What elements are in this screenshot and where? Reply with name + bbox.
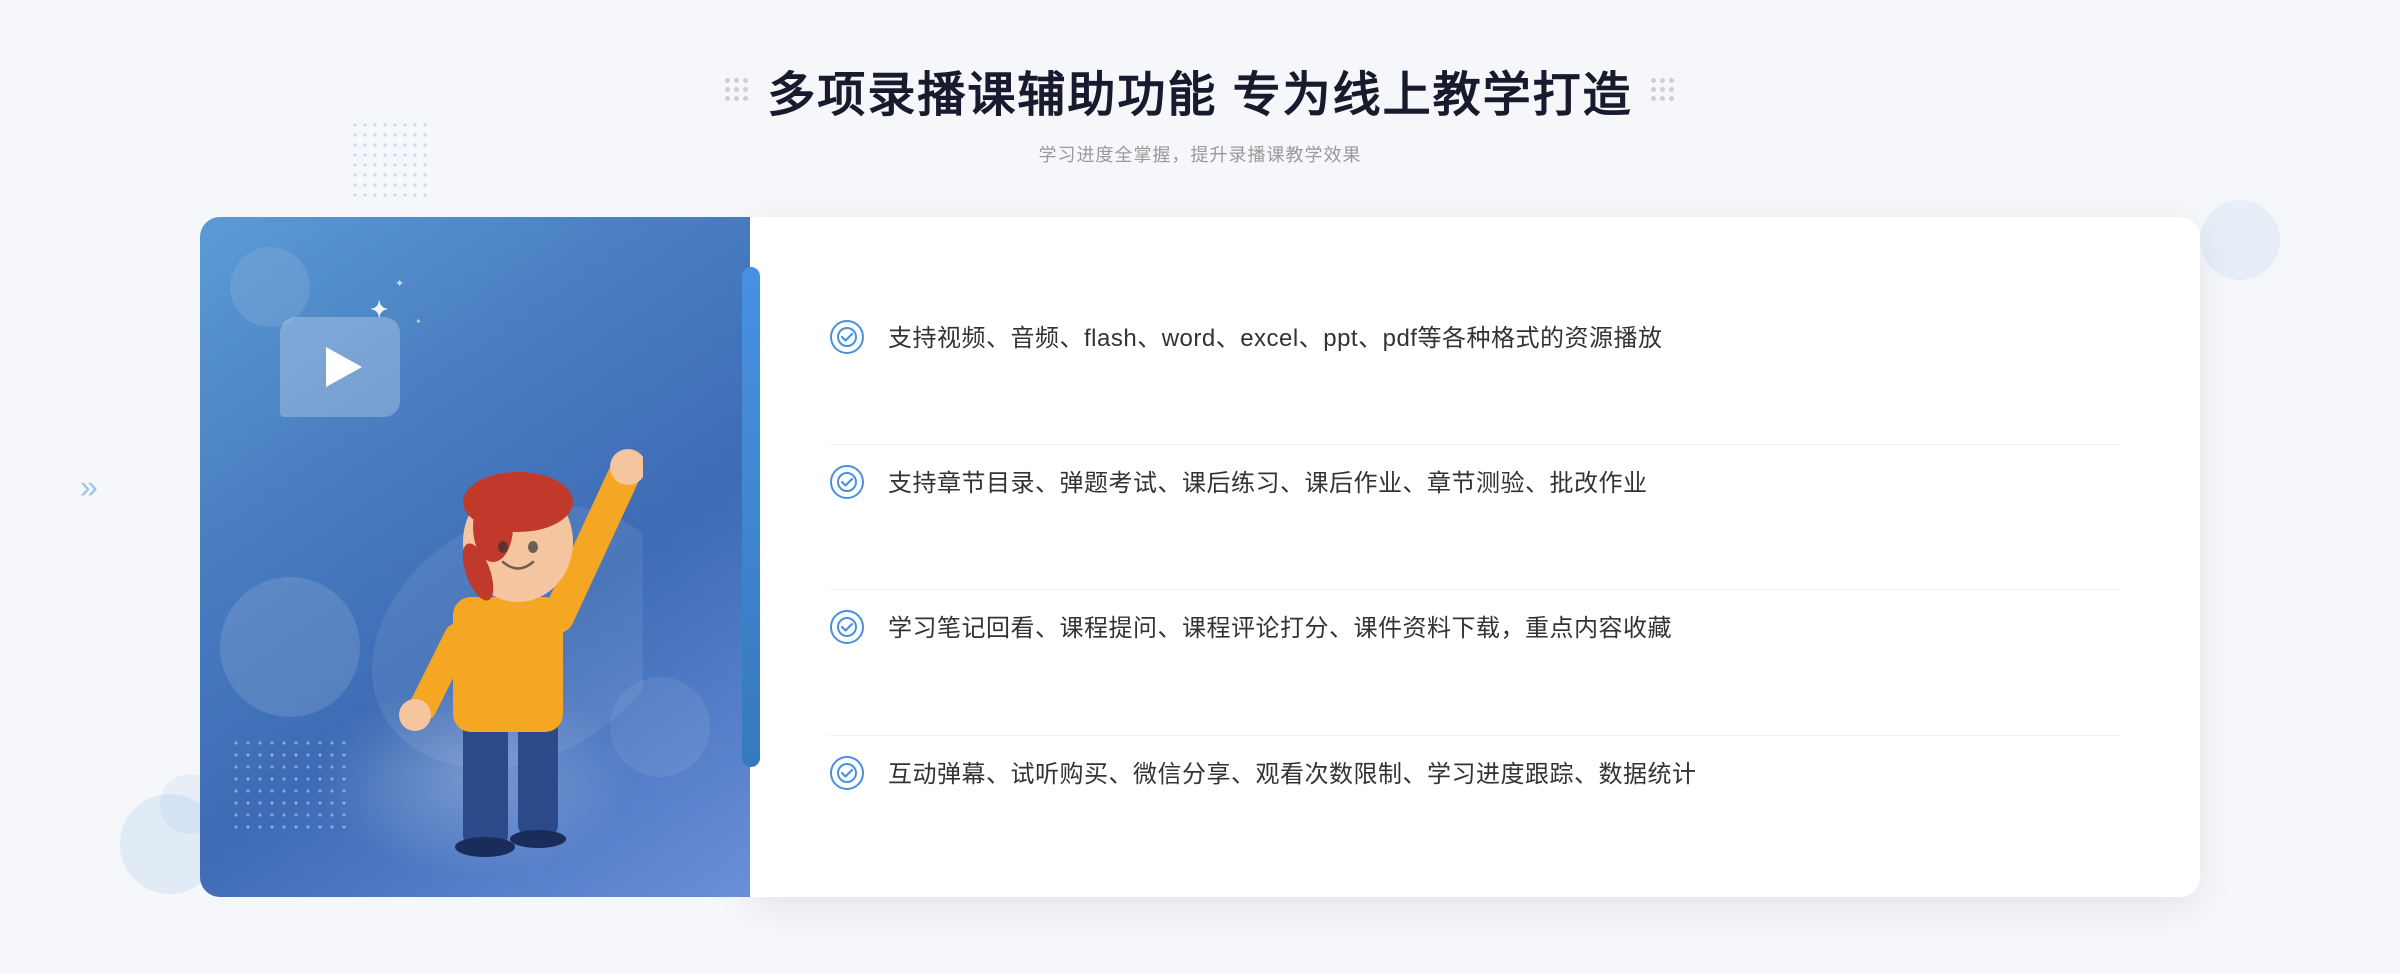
feature-text-1: 支持视频、音频、flash、word、excel、ppt、pdf等各种格式的资源… — [888, 320, 1662, 358]
accent-bar — [742, 267, 760, 767]
check-icon-4 — [830, 756, 864, 790]
check-svg-4 — [837, 763, 857, 783]
check-svg-3 — [837, 617, 857, 637]
play-icon — [326, 347, 362, 387]
illustration-card: ✦ ✦ ✦ — [200, 217, 750, 897]
features-panel: 支持视频、音频、flash、word、excel、ppt、pdf等各种格式的资源… — [750, 217, 2200, 897]
page-header: 多项录播课辅助功能 专为线上教学打造 学习进度全掌握，提升录播课教学效果 — [0, 0, 2400, 187]
page-title: 多项录播课辅助功能 专为线上教学打造 — [767, 55, 1632, 125]
feature-item-3: 学习笔记回看、课程提问、课程评论打分、课件资料下载，重点内容收藏 — [830, 589, 2120, 668]
page-subtitle: 学习进度全掌握，提升录播课教学效果 — [0, 141, 2400, 167]
check-icon-1 — [830, 320, 864, 354]
check-icon-3 — [830, 610, 864, 644]
main-content: ✦ ✦ ✦ — [0, 217, 2400, 897]
check-svg-2 — [837, 472, 857, 492]
feature-item-1: 支持视频、音频、flash、word、excel、ppt、pdf等各种格式的资源… — [830, 300, 2120, 378]
feature-text-2: 支持章节目录、弹题考试、课后练习、课后作业、章节测验、批改作业 — [888, 465, 1648, 503]
sparkle-2: ✦ — [395, 277, 404, 290]
sparkle-3: ✦ — [415, 317, 422, 326]
card-deco-circle-3 — [220, 577, 360, 717]
left-dots-decoration — [725, 78, 749, 102]
check-svg-1 — [837, 327, 857, 347]
feature-item-4: 互动弹幕、试听购买、微信分享、观看次数限制、学习进度跟踪、数据统计 — [830, 735, 2120, 814]
right-dots-decoration — [1651, 78, 1675, 102]
title-row: 多项录播课辅助功能 专为线上教学打造 — [0, 55, 2400, 125]
check-icon-2 — [830, 465, 864, 499]
feature-text-4: 互动弹幕、试听购买、微信分享、观看次数限制、学习进度跟踪、数据统计 — [888, 756, 1697, 794]
card-deco-circle-1 — [230, 247, 310, 327]
feature-item-2: 支持章节目录、弹题考试、课后练习、课后作业、章节测验、批改作业 — [830, 444, 2120, 523]
feature-text-3: 学习笔记回看、课程提问、课程评论打分、课件资料下载，重点内容收藏 — [888, 610, 1672, 648]
person-illustration — [363, 377, 643, 897]
